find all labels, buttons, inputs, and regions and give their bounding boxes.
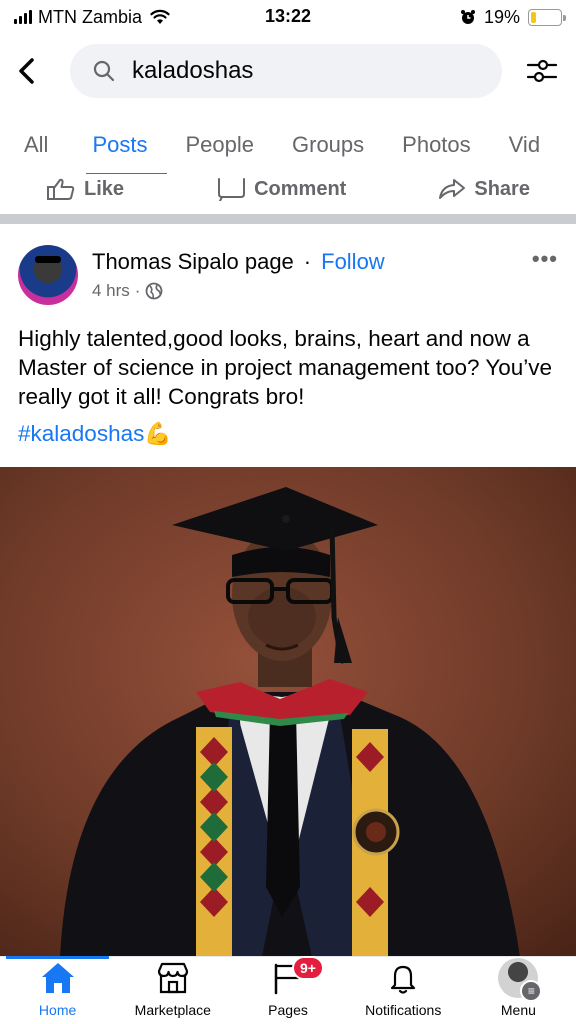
- post-header: Thomas Sipalo page · Follow 4 hrs · •••: [18, 242, 558, 308]
- tab-groups[interactable]: Groups: [292, 118, 364, 174]
- graduate-portrait-illustration: [0, 467, 576, 957]
- status-bar: MTN Zambia 13:22 19%: [0, 0, 576, 34]
- flexed-biceps-emoji: 💪: [144, 421, 172, 446]
- comment-button[interactable]: Comment: [216, 177, 346, 201]
- tab-photos[interactable]: Photos: [402, 118, 471, 174]
- search-icon: [93, 60, 115, 82]
- comment-icon: [218, 178, 246, 201]
- nav-notifications-label: Notifications: [365, 1002, 442, 1018]
- menu-avatar: [498, 958, 543, 1002]
- separator-dot: ·: [303, 249, 312, 274]
- more-options-button[interactable]: •••: [532, 242, 558, 272]
- post-time[interactable]: 4 hrs: [92, 281, 130, 301]
- nav-marketplace[interactable]: Marketplace: [115, 957, 230, 1024]
- nav-marketplace-label: Marketplace: [134, 1002, 211, 1018]
- share-icon: [439, 179, 466, 199]
- hashtag-link[interactable]: #kaladoshas: [18, 421, 144, 446]
- pages-icon: 9+: [268, 956, 324, 998]
- post-text: Highly talented,good looks, brains, hear…: [18, 326, 553, 409]
- comment-label: Comment: [254, 177, 347, 200]
- battery-percent: 19%: [483, 6, 520, 27]
- author-avatar[interactable]: [18, 245, 78, 305]
- bell-icon: [383, 958, 423, 998]
- post-action-bar: Like Comment Share: [0, 172, 576, 206]
- search-box[interactable]: [70, 44, 502, 98]
- author-info: Thomas Sipalo page · Follow 4 hrs ·: [92, 249, 385, 301]
- carrier-name: MTN Zambia: [38, 6, 143, 27]
- nav-notifications[interactable]: Notifications: [346, 957, 461, 1024]
- share-label: Share: [474, 177, 530, 200]
- like-label: Like: [84, 177, 125, 200]
- follow-button[interactable]: Follow: [321, 249, 385, 275]
- thumbs-up-icon: [47, 178, 75, 200]
- tab-all[interactable]: All: [24, 118, 48, 174]
- post-hashtag-line: #kaladoshas💪: [18, 421, 172, 447]
- filter-icon[interactable]: [524, 53, 560, 89]
- alarm-icon: [460, 10, 475, 24]
- nav-home[interactable]: Home: [0, 956, 115, 1024]
- nav-pages[interactable]: 9+ Pages: [230, 956, 345, 1024]
- feed-divider: [0, 214, 576, 224]
- tab-posts[interactable]: Posts: [86, 118, 168, 174]
- tab-videos[interactable]: Vid: [509, 118, 540, 174]
- nav-menu[interactable]: Menu: [461, 957, 576, 1024]
- post-meta: 4 hrs ·: [92, 281, 385, 301]
- globe-icon: [146, 282, 163, 300]
- share-button[interactable]: Share: [438, 178, 530, 201]
- nav-home-label: Home: [38, 1002, 77, 1018]
- meta-separator: ·: [134, 281, 141, 300]
- wifi-icon: [150, 9, 170, 24]
- nav-menu-label: Menu: [500, 1002, 536, 1018]
- search-input[interactable]: [132, 57, 432, 85]
- marketplace-icon: [153, 958, 193, 998]
- author-name-row: Thomas Sipalo page · Follow: [92, 249, 385, 275]
- menu-avatar-icon: [498, 958, 543, 1002]
- back-button[interactable]: [16, 51, 56, 91]
- search-tabs: All Posts People Groups Photos Vid: [0, 118, 576, 174]
- like-button[interactable]: Like: [46, 177, 124, 201]
- nav-pages-label: Pages: [268, 1002, 308, 1018]
- tab-people[interactable]: People: [185, 118, 254, 174]
- chevron-left-icon: [19, 58, 34, 84]
- search-header: [0, 40, 576, 102]
- home-icon: [38, 958, 78, 998]
- author-name[interactable]: Thomas Sipalo page: [92, 249, 294, 275]
- signal-icon: [14, 10, 32, 24]
- pages-badge: 9+: [292, 956, 324, 980]
- battery-icon: [528, 8, 566, 26]
- post-photo[interactable]: [0, 467, 576, 957]
- bottom-nav: Home Marketplace 9+ Pages Notifications …: [0, 956, 576, 1024]
